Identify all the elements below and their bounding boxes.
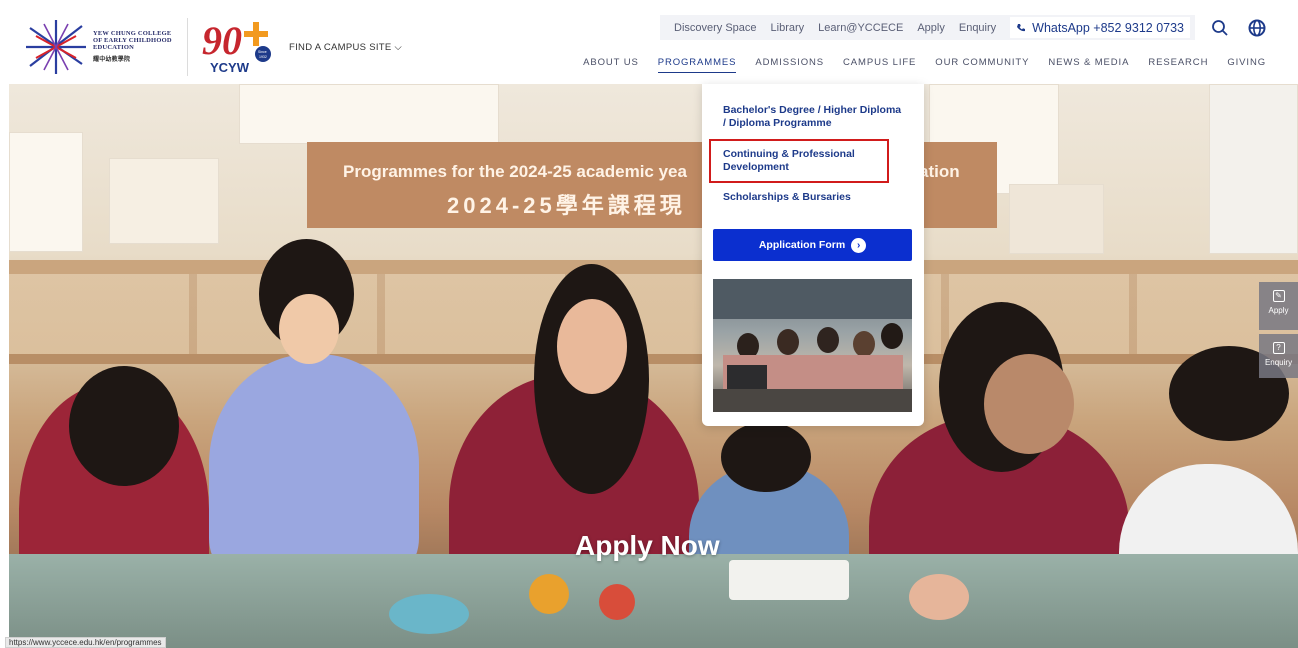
college-name-line2: OF EARLY CHILDHOOD [93,37,172,44]
craft-item [599,584,635,620]
site-header: YEW CHUNG COLLEGE OF EARLY CHILDHOOD EDU… [0,0,1298,84]
nav-our-community[interactable]: OUR COMMUNITY [935,57,1029,73]
wall-artwork [1209,84,1298,254]
nav-programmes[interactable]: PROGRAMMES [657,57,737,73]
highlight-box [709,139,889,183]
utility-link-library[interactable]: Library [771,22,805,34]
application-form-button[interactable]: Application Form › [713,229,912,261]
phone-icon [1017,23,1026,31]
hero-banner-image[interactable]: Programmes for the 2024-25 academic yea … [9,84,1298,648]
student-figure [817,327,839,353]
find-campus-label: FIND A CAMPUS SITE [289,42,392,53]
svg-text:YCYW: YCYW [210,60,250,75]
banner-title-cn: 2024-25學年課程現 [447,193,686,218]
nav-news-media[interactable]: NEWS & MEDIA [1048,57,1129,73]
laptop [727,365,767,391]
student-figure [881,323,903,349]
logo-divider [187,18,188,76]
nav-research[interactable]: RESEARCH [1148,57,1208,73]
side-apply-label: Apply [1268,306,1289,315]
child-hair [69,366,179,486]
menu-item-scholarships-bursaries[interactable]: Scholarships & Bursaries [723,191,903,204]
menu-item-degree-programmes[interactable]: Bachelor's Degree / Higher Diploma / Dip… [723,104,903,130]
find-campus-dropdown[interactable]: FIND A CAMPUS SITE ⌵ [289,42,402,53]
wall-artwork [9,132,83,252]
photo-table [713,389,912,412]
college-name: YEW CHUNG COLLEGE OF EARLY CHILDHOOD EDU… [93,30,183,64]
utility-link-enquiry[interactable]: Enquiry [959,22,996,34]
globe-icon[interactable] [1248,19,1266,37]
child-face [279,294,339,364]
chevron-down-icon: ⌵ [394,42,402,53]
nav-admissions[interactable]: ADMISSIONS [755,57,824,73]
utility-link-discovery-space[interactable]: Discovery Space [674,22,757,34]
craft-item [389,594,469,634]
craft-table [9,554,1298,648]
child-figure [209,354,419,584]
nav-campus-life[interactable]: CAMPUS LIFE [843,57,916,73]
question-icon: ? [1272,342,1285,354]
wall-artwork [1009,184,1104,254]
students-photo[interactable] [713,279,912,412]
wall-artwork [109,158,219,244]
photo-background [713,279,912,319]
application-form-label: Application Form [758,239,846,251]
utility-bar: Discovery Space Library Learn@YCCECE App… [660,15,1195,40]
shelf [9,260,1298,274]
programmes-dropdown-menu: Bachelor's Degree / Higher Diploma / Dip… [702,84,924,426]
banner-title-en-tail: ation [919,162,960,181]
side-apply-tab[interactable]: ✎ Apply [1259,282,1298,330]
paint-palette [729,560,849,600]
status-bar-url: https://www.yccece.edu.hk/en/programmes [5,637,166,648]
student-figure [853,331,875,357]
side-enquiry-label: Enquiry [1264,358,1293,367]
shelf [9,354,1298,364]
college-name-line3: EDUCATION [93,44,135,51]
child-hair [721,422,811,492]
banner-title-en: Programmes for the 2024-25 academic yea [343,162,687,181]
utility-link-apply[interactable]: Apply [917,22,945,34]
svg-text:Since: Since [258,50,267,54]
craft-item [529,574,569,614]
teen-face [557,299,627,394]
arrow-right-icon: › [851,237,867,253]
whatsapp-link[interactable]: WhatsApp +852 9312 0733 [1010,17,1191,38]
college-logo-icon[interactable] [26,20,86,74]
svg-text:90: 90 [202,18,242,63]
edit-icon: ✎ [1272,290,1285,302]
main-navigation: ABOUT US PROGRAMMES ADMISSIONS CAMPUS LI… [564,57,1266,73]
college-name-line1: YEW CHUNG COLLEGE [93,30,172,37]
side-enquiry-tab[interactable]: ? Enquiry [1259,334,1298,378]
college-name-cn: 耀中幼教學院 [93,57,131,63]
whatsapp-label: WhatsApp +852 9312 0733 [1032,20,1185,35]
svg-text:1932: 1932 [259,55,267,59]
student-figure [777,329,799,355]
search-icon[interactable] [1211,19,1229,37]
ycyw-90-logo-icon[interactable]: 90 Since 1932 YCYW [200,16,280,76]
nav-giving[interactable]: GIVING [1227,57,1266,73]
teen-face [984,354,1074,454]
shelf-cubbies [9,274,1298,364]
apply-now-link[interactable]: Apply Now [575,530,720,562]
utility-link-learn[interactable]: Learn@YCCECE [818,22,903,34]
wall-artwork [239,84,499,144]
craft-item [909,574,969,620]
nav-about-us[interactable]: ABOUT US [583,57,639,73]
